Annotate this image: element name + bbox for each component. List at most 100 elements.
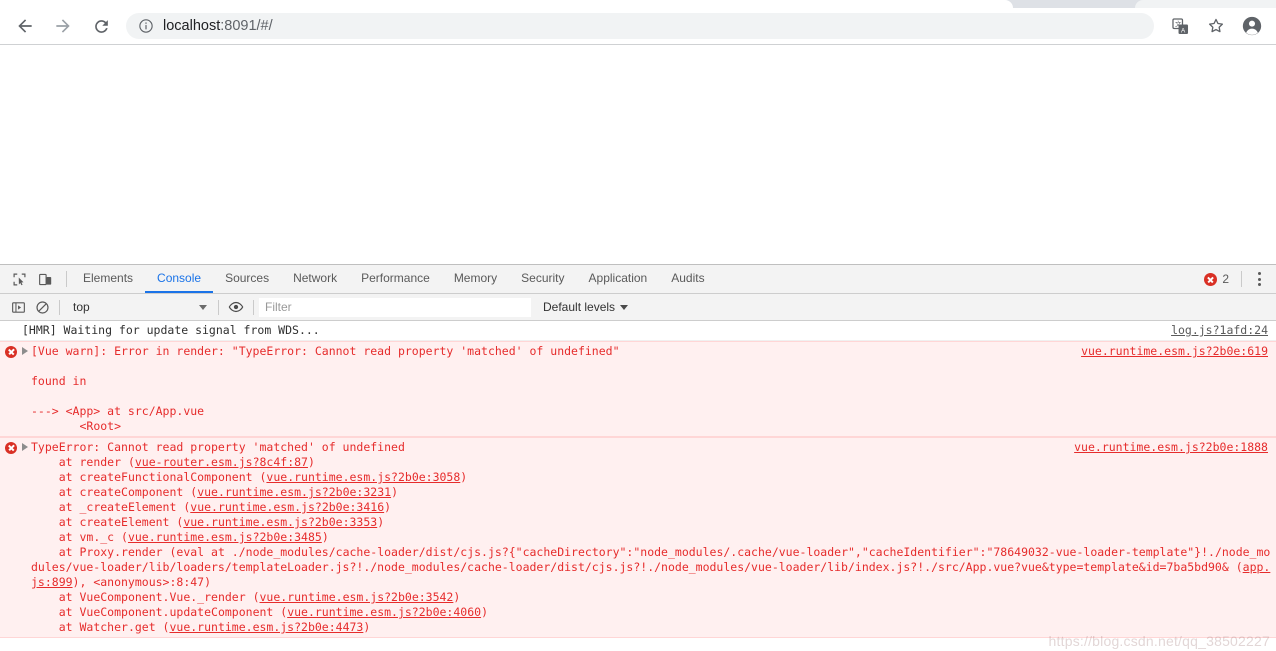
- error-header: TypeError: Cannot read property 'matched…: [31, 440, 405, 454]
- error-icon: [5, 346, 17, 358]
- error-stack-trace: at render (vue-router.esm.js?8c4f:87) at…: [31, 455, 1272, 635]
- active-tab-sliver[interactable]: [0, 0, 1013, 8]
- stack-frame-suffix: ): [391, 485, 398, 499]
- stack-frame-text: at Proxy.render (eval at ./node_modules/…: [31, 545, 1271, 574]
- inactive-tab-sliver[interactable]: [1135, 0, 1276, 8]
- console-toolbar-divider-2: [218, 299, 219, 315]
- chevron-down-icon: [620, 304, 629, 310]
- devtools-tabs: Elements Console Sources Network Perform…: [71, 265, 717, 293]
- stack-frame: at _createElement (vue.runtime.esm.js?2b…: [31, 500, 1272, 515]
- console-message-text: TypeError: Cannot read property 'matched…: [0, 440, 1276, 635]
- stack-frame-suffix: ): [321, 530, 329, 544]
- stack-frame-suffix: ): [307, 455, 315, 469]
- stack-frame: at VueComponent.updateComponent (vue.run…: [31, 605, 1272, 620]
- tab-memory[interactable]: Memory: [442, 265, 509, 293]
- toolbar-actions: 文 A: [1162, 11, 1270, 41]
- console-toolbar: top Default levels: [0, 294, 1276, 321]
- url-host: localhost: [163, 18, 221, 34]
- more-options-button[interactable]: [1248, 266, 1270, 292]
- inspect-element-icon: [13, 273, 25, 285]
- tab-console[interactable]: Console: [145, 265, 214, 293]
- stack-frame-link[interactable]: vue.runtime.esm.js?2b0e:3485: [128, 530, 322, 544]
- stack-frame-suffix: ): [453, 590, 461, 604]
- stack-frame: at createElement (vue.runtime.esm.js?2b0…: [31, 515, 1272, 530]
- console-source-link[interactable]: log.js?1afd:24: [1171, 323, 1268, 338]
- star-icon: [1208, 18, 1224, 33]
- tab-network[interactable]: Network: [281, 265, 349, 293]
- console-filter-input[interactable]: [259, 297, 531, 317]
- tab-audits[interactable]: Audits: [659, 265, 716, 293]
- error-count-badge[interactable]: 2: [1198, 272, 1235, 286]
- stack-frame-suffix: ): [363, 620, 371, 634]
- stack-frame: at VueComponent.Vue._render (vue.runtime…: [31, 590, 1272, 605]
- execution-context-select[interactable]: top: [65, 297, 213, 317]
- bookmark-button[interactable]: [1201, 11, 1231, 41]
- stack-frame-text: at createFunctionalComponent (: [31, 470, 267, 484]
- tabbar-right-divider: [1241, 271, 1242, 287]
- console-toolbar-divider-3: [253, 299, 254, 315]
- tab-strip-gap: [1013, 0, 1135, 8]
- stack-frame-link[interactable]: vue.runtime.esm.js?2b0e:3231: [197, 485, 391, 499]
- devtools-tabbar-right: 2: [1198, 265, 1276, 293]
- stack-frame-text: at createElement (: [31, 515, 184, 529]
- console-toolbar-divider: [59, 299, 60, 315]
- live-expression-button[interactable]: [224, 296, 248, 318]
- tab-elements[interactable]: Elements: [71, 265, 145, 293]
- stack-frame-link[interactable]: vue.runtime.esm.js?2b0e:4473: [169, 620, 363, 634]
- error-icon: [5, 442, 17, 454]
- stack-frame-suffix: ): [377, 515, 385, 529]
- console-source-link[interactable]: vue.runtime.esm.js?2b0e:619: [1081, 344, 1268, 359]
- vue-warn-line-2: found in: [31, 374, 87, 388]
- reload-button[interactable]: [86, 11, 116, 41]
- console-source-link[interactable]: vue.runtime.esm.js?2b0e:1888: [1074, 440, 1268, 455]
- stack-frame: at render (vue-router.esm.js?8c4f:87): [31, 455, 1272, 470]
- address-bar[interactable]: localhost:8091/#/: [126, 13, 1154, 39]
- expand-arrow-icon[interactable]: [22, 443, 28, 451]
- console-message-error-typeerror[interactable]: TypeError: Cannot read property 'matched…: [0, 437, 1276, 638]
- tab-performance[interactable]: Performance: [349, 265, 442, 293]
- stack-frame: at Proxy.render (eval at ./node_modules/…: [31, 545, 1272, 590]
- devtools-tab-bar: Elements Console Sources Network Perform…: [0, 265, 1276, 294]
- console-sidebar-toggle[interactable]: [6, 296, 30, 318]
- stack-frame-suffix: ): [384, 500, 392, 514]
- stack-frame-link[interactable]: vue.runtime.esm.js?2b0e:3058: [266, 470, 460, 484]
- device-toolbar-button[interactable]: [32, 266, 58, 292]
- devtools-panel: Elements Console Sources Network Perform…: [0, 264, 1276, 651]
- profile-button[interactable]: [1237, 11, 1267, 41]
- stack-frame-link[interactable]: vue.runtime.esm.js?2b0e:3542: [260, 590, 454, 604]
- forward-button[interactable]: [48, 11, 78, 41]
- console-message-list[interactable]: [HMR] Waiting for update signal from WDS…: [0, 321, 1276, 651]
- translate-icon: 文 A: [1171, 17, 1188, 34]
- device-toolbar-icon: [38, 273, 51, 285]
- stack-frame: at Watcher.get (vue.runtime.esm.js?2b0e:…: [31, 620, 1272, 635]
- url-path: :8091/#/: [220, 18, 273, 34]
- stack-frame-link[interactable]: vue.runtime.esm.js?2b0e:3416: [190, 500, 384, 514]
- clear-console-button[interactable]: [30, 296, 54, 318]
- console-message-error-vue-warn[interactable]: [Vue warn]: Error in render: "TypeError:…: [0, 341, 1276, 437]
- devtools-tool-icons: [0, 265, 62, 293]
- vue-warn-line-1: [Vue warn]: Error in render: "TypeError:…: [31, 344, 620, 358]
- stack-frame-text: at createComponent (: [31, 485, 198, 499]
- log-levels-select[interactable]: Default levels: [543, 300, 629, 314]
- inspect-element-button[interactable]: [6, 266, 32, 292]
- stack-frame-text: at vm._c (: [31, 530, 128, 544]
- tab-application[interactable]: Application: [577, 265, 660, 293]
- browser-toolbar: localhost:8091/#/ 文 A: [0, 8, 1276, 45]
- translate-button[interactable]: 文 A: [1165, 11, 1195, 41]
- stack-frame-link[interactable]: vue.runtime.esm.js?2b0e:4060: [287, 605, 481, 619]
- back-button[interactable]: [10, 11, 40, 41]
- site-info-icon[interactable]: [138, 18, 154, 34]
- tab-sources[interactable]: Sources: [213, 265, 281, 293]
- expand-arrow-icon[interactable]: [22, 347, 28, 355]
- stack-frame-suffix: ): [481, 605, 488, 619]
- console-message-text: [HMR] Waiting for update signal from WDS…: [22, 323, 320, 337]
- execution-context-value: top: [73, 300, 90, 314]
- tab-security[interactable]: Security: [509, 265, 576, 293]
- stack-frame-link[interactable]: vue.runtime.esm.js?2b0e:3353: [183, 515, 377, 529]
- console-message-info[interactable]: [HMR] Waiting for update signal from WDS…: [0, 321, 1276, 341]
- stack-frame: at createComponent (vue.runtime.esm.js?2…: [31, 485, 1272, 500]
- stack-frame-link[interactable]: vue-router.esm.js?8c4f:87: [135, 455, 308, 469]
- log-levels-label: Default levels: [543, 300, 616, 314]
- vue-warn-line-4: <Root>: [31, 419, 122, 433]
- stack-frame-suffix: ), <anonymous>:8:47): [72, 575, 212, 589]
